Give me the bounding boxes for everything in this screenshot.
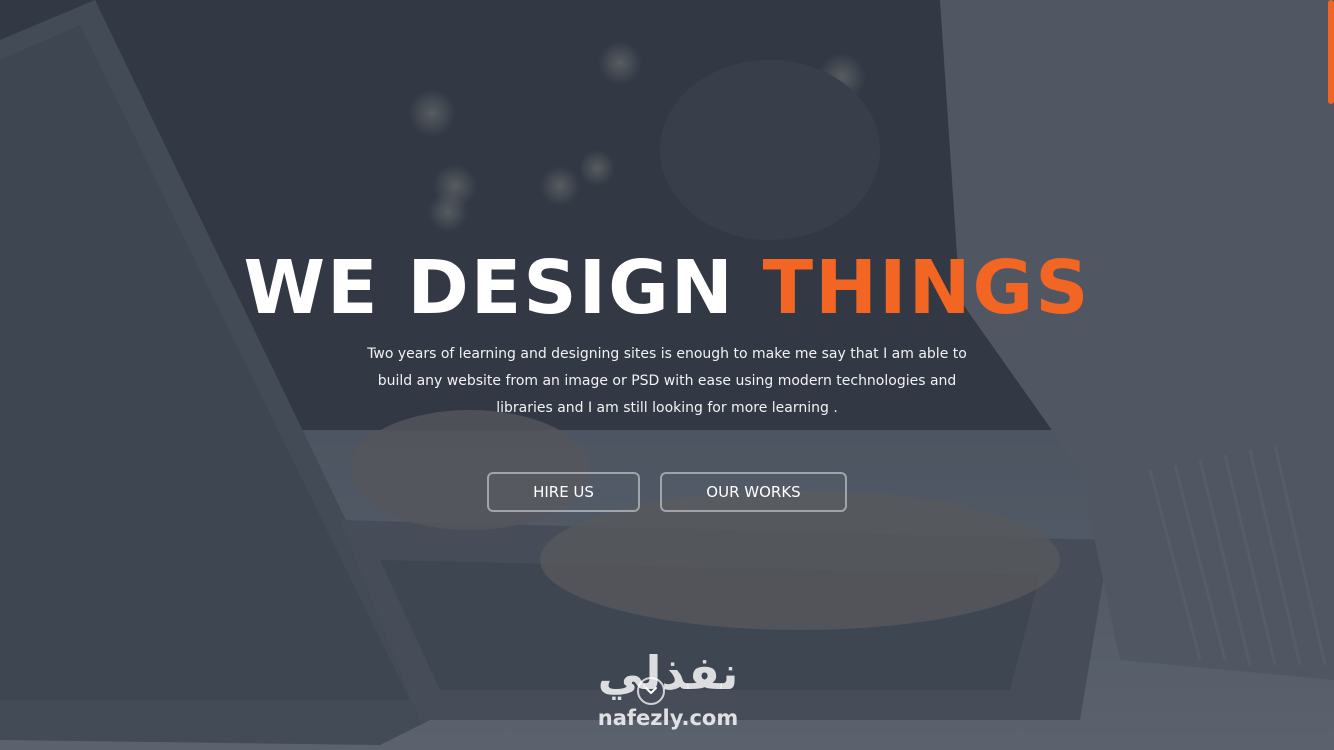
hero-section: WE DESIGN THINGS Two years of learning a… (0, 0, 1334, 750)
chevron-down-icon (645, 687, 657, 694)
scroll-down-button[interactable] (637, 677, 665, 705)
watermark-latin-text: nafezly.com (597, 706, 739, 730)
hero-headline: WE DESIGN THINGS (0, 240, 1334, 336)
hire-us-button[interactable]: HIRE US (487, 472, 640, 512)
hero-description: Two years of learning and designing site… (367, 346, 967, 416)
page-scrollbar-thumb[interactable] (1328, 0, 1334, 104)
watermark-arabic-text: نفذلي (597, 646, 739, 700)
watermark-logo: نفذلي nafezly.com (580, 645, 756, 740)
headline-main-text: WE DESIGN (243, 245, 763, 331)
our-works-button[interactable]: OUR WORKS (660, 472, 847, 512)
headline-accent-text: THINGS (762, 245, 1091, 331)
